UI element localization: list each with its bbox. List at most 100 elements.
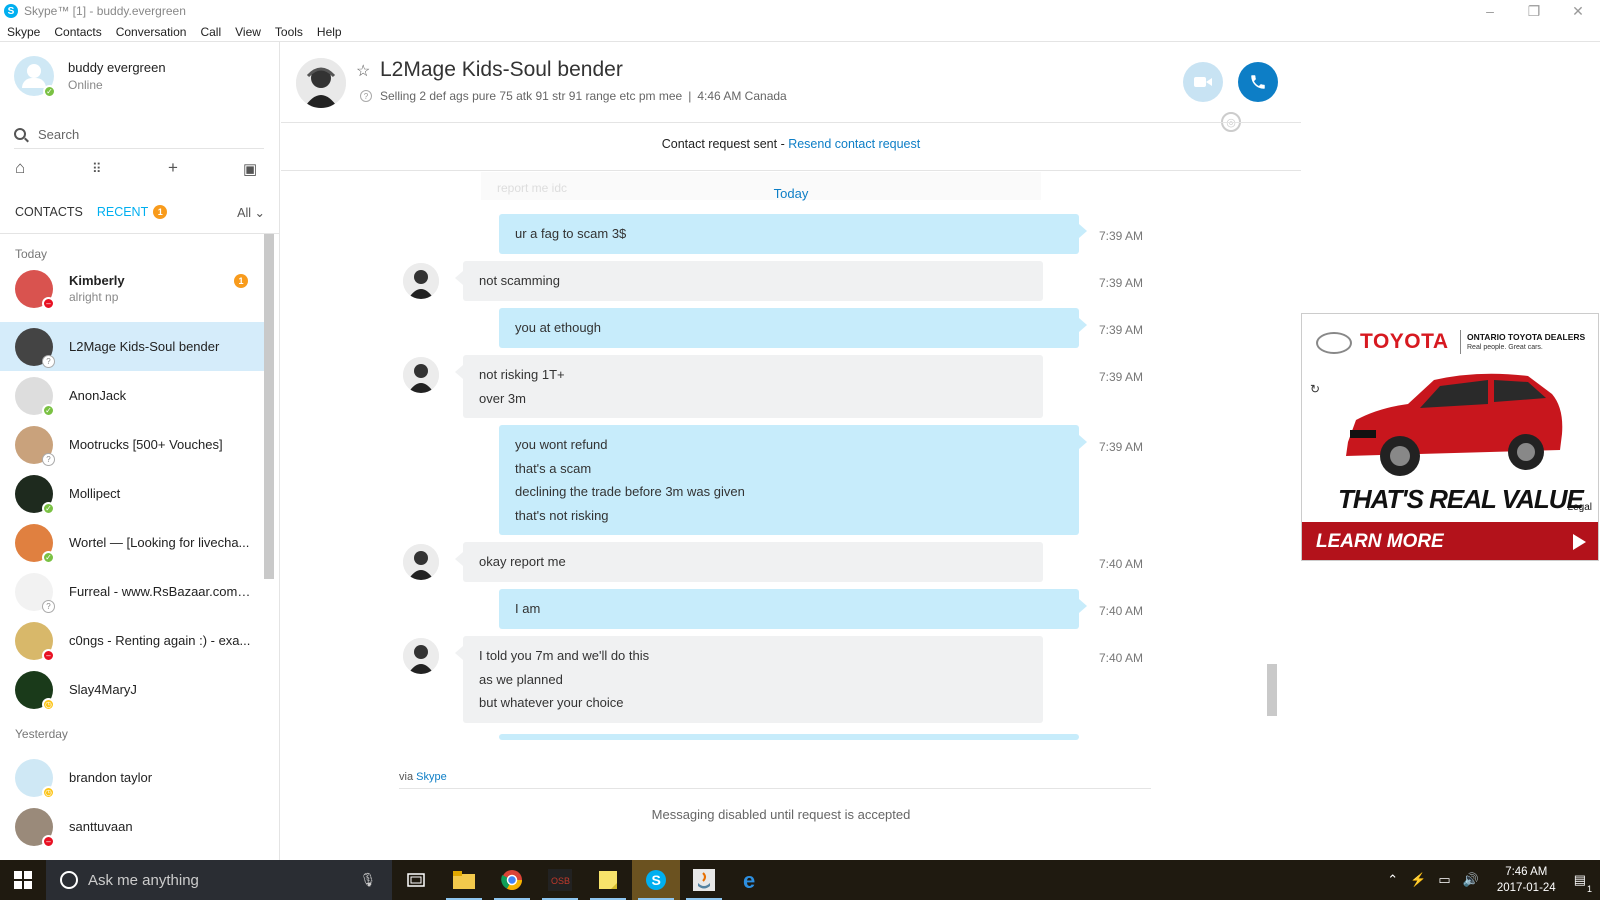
notification-count: 1 (1586, 884, 1592, 894)
edge-icon[interactable]: e (728, 860, 776, 900)
menu-bar: Skype Contacts Conversation Call View To… (0, 22, 1600, 42)
received-message[interactable]: not scamming (455, 261, 1043, 301)
profile-avatar[interactable]: ✓ (14, 56, 56, 98)
minimize-button[interactable]: – (1468, 0, 1512, 22)
microphone-icon[interactable]: 🎙 (359, 872, 376, 888)
sidebar-scrollbar[interactable] (264, 234, 274, 579)
skype-link[interactable]: Skype (416, 771, 447, 783)
contact-row[interactable]: ✓ AnonJack (0, 371, 264, 420)
contact-row[interactable]: ◷ Slay4MaryJ (0, 665, 264, 714)
file-explorer-icon[interactable] (440, 860, 488, 900)
contact-avatar: ? (15, 327, 55, 368)
clock[interactable]: 7:46 AM 2017-01-24 (1497, 864, 1556, 896)
contact-row[interactable]: ? Mootrucks [500+ Vouches] (0, 420, 264, 469)
section-header-yesterday: Yesterday (15, 727, 68, 741)
ad-tagline: THAT'S REAL VALUE (1338, 484, 1584, 514)
video-icon (1194, 77, 1212, 87)
contact-card-icon[interactable]: ▣ (243, 160, 257, 178)
contact-info: L2Mage Kids-Soul bender (69, 339, 251, 354)
star-icon[interactable]: ☆ (356, 61, 370, 81)
ad-brand: TOYOTA (1360, 330, 1449, 353)
menu-help[interactable]: Help (310, 25, 349, 39)
audio-call-button[interactable] (1238, 62, 1278, 102)
sender-avatar[interactable] (403, 263, 439, 299)
chevron-up-icon[interactable]: ⌃ (1387, 872, 1398, 888)
title-bar: S Skype™ [1] - buddy.evergreen (0, 0, 1600, 22)
received-message[interactable]: not risking 1T+ over 3m (455, 355, 1043, 418)
contact-row[interactable]: – santtuvaan (0, 802, 264, 851)
osb-app-icon[interactable]: OSB (536, 860, 584, 900)
dialpad-icon[interactable]: ⠿ (92, 161, 102, 177)
add-icon[interactable]: + (168, 158, 178, 178)
power-icon[interactable]: ⚡ (1410, 872, 1426, 888)
menu-contacts[interactable]: Contacts (47, 25, 108, 39)
sent-message[interactable]: ur a fag to scam 3$ (499, 214, 1087, 254)
chrome-icon[interactable] (488, 860, 536, 900)
home-icon[interactable]: ⌂ (15, 158, 25, 178)
contact-row[interactable]: ✓ Wortel — [Looking for livecha... (0, 518, 264, 567)
ad-legal-link[interactable]: Legal (1568, 502, 1592, 513)
menu-conversation[interactable]: Conversation (109, 25, 194, 39)
message-time: 7:40 AM (1099, 651, 1144, 665)
profile-status[interactable]: Online (68, 78, 166, 92)
toyota-ad[interactable]: TOYOTA ONTARIO TOYOTA DEALERS Real peopl… (1301, 313, 1599, 561)
contact-row[interactable]: ? Furreal - www.RsBazaar.com -... (0, 567, 264, 616)
message-line: you at ethough (515, 320, 602, 335)
chevron-down-icon: ⌄ (254, 205, 265, 220)
contact-avatar: ? (15, 572, 55, 613)
sticky-notes-icon[interactable] (584, 860, 632, 900)
play-icon (1573, 534, 1586, 550)
contact-row[interactable]: – Kimberly alright np 1 (0, 264, 264, 313)
menu-skype[interactable]: Skype (0, 25, 47, 39)
cortana-placeholder: Ask me anything (88, 871, 199, 889)
sent-message[interactable]: you at ethough (499, 308, 1087, 348)
network-icon[interactable]: ▭ (1438, 872, 1450, 888)
car-image (1346, 373, 1563, 476)
cortana-icon (60, 871, 78, 889)
message-line: as we planned (479, 671, 563, 687)
contact-row[interactable]: ✓ Mollipect (0, 469, 264, 518)
menu-tools[interactable]: Tools (268, 25, 310, 39)
menu-view[interactable]: View (228, 25, 268, 39)
notifications-icon[interactable]: ▤ 1 (1574, 872, 1592, 894)
local-time: 4:46 AM Canada (697, 89, 787, 103)
menu-call[interactable]: Call (193, 25, 228, 39)
contact-avatar: ✓ (15, 474, 55, 515)
conversation-avatar[interactable] (296, 58, 346, 108)
volume-icon[interactable]: 🔊 (1463, 872, 1479, 888)
learn-more-button[interactable]: LEARN MORE (1302, 522, 1598, 560)
start-button[interactable] (0, 860, 46, 900)
resend-request-link[interactable]: Resend contact request (788, 137, 920, 151)
maximize-button[interactable]: ❐ (1512, 0, 1556, 22)
search-label: Search (38, 126, 80, 142)
task-view-button[interactable] (392, 860, 440, 900)
sent-message[interactable]: you wont refund that's a scam declining th… (499, 425, 1087, 535)
sender-avatar[interactable] (403, 544, 439, 580)
cortana-search[interactable]: Ask me anything 🎙 (46, 860, 392, 900)
message-line: not risking 1T+ (479, 367, 565, 382)
received-message[interactable]: I told you 7m and we'll do this as we pla… (455, 636, 1043, 723)
sender-avatar[interactable] (403, 638, 439, 674)
tab-contacts[interactable]: CONTACTS (15, 205, 83, 219)
profile-name: buddy evergreen (68, 60, 166, 75)
conversation-scrollbar[interactable] (1267, 664, 1277, 716)
replay-icon[interactable]: ↻ (1310, 382, 1320, 396)
skype-taskbar-icon[interactable]: S (632, 860, 680, 900)
video-call-button[interactable] (1183, 62, 1223, 102)
tab-recent[interactable]: RECENT 1 (97, 205, 168, 219)
contact-row[interactable]: – c0ngs - Renting again :) - exa... (0, 616, 264, 665)
contact-row[interactable]: ? L2Mage Kids-Soul bender (0, 322, 264, 371)
profile[interactable]: ✓ buddy evergreen Online (14, 56, 166, 98)
close-button[interactable]: ✕ (1556, 0, 1600, 22)
received-message[interactable]: okay report me (455, 542, 1043, 582)
message-history[interactable]: report me idc Today ur a fag to scam 3$ 7… (281, 172, 1301, 780)
contact-row[interactable]: ◷ brandon taylor (0, 753, 264, 802)
phone-icon (1251, 75, 1265, 89)
via-label: via (399, 771, 417, 783)
java-icon[interactable] (680, 860, 728, 900)
divider (1460, 330, 1461, 354)
filter-dropdown[interactable]: All ⌄ (237, 205, 265, 220)
search-box[interactable]: Search (14, 124, 264, 144)
sent-message[interactable]: I am (499, 589, 1087, 629)
sender-avatar[interactable] (403, 357, 439, 393)
